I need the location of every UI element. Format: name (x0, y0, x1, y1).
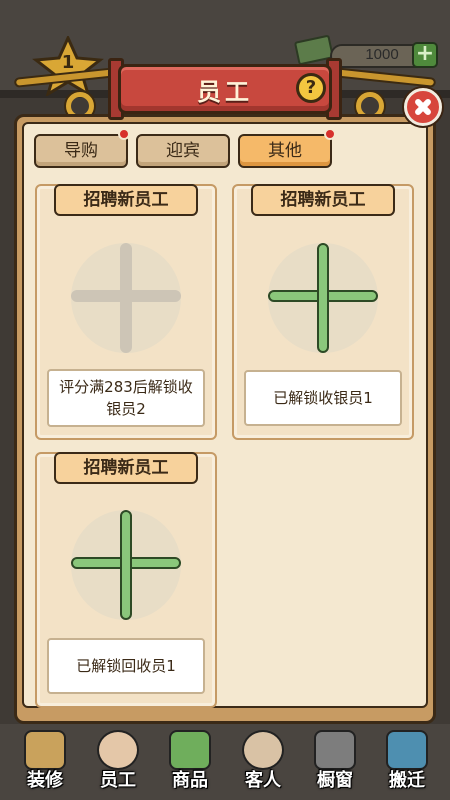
nav-goods[interactable]: 商品 (155, 728, 225, 798)
coin-amount: 1000 (365, 46, 399, 63)
nav-label: 搬迁 (389, 770, 425, 791)
add-coins-button[interactable]: + (412, 42, 438, 68)
nav-decorate[interactable]: 装修 (10, 728, 80, 798)
recruit-card-status: 已解锁收银员1 (244, 370, 402, 426)
nav-showcase[interactable]: 橱窗 (300, 728, 370, 798)
nav-customers[interactable]: 客人 (228, 728, 298, 798)
nav-relocate[interactable]: 搬迁 (372, 728, 442, 798)
notice-dot (118, 128, 130, 140)
showcase-icon (314, 730, 356, 770)
tab-greeter[interactable]: 迎宾 (136, 134, 230, 168)
tab-other[interactable]: 其他 (238, 134, 332, 168)
nav-label: 员工 (100, 770, 136, 791)
nav-label: 装修 (27, 770, 63, 791)
furniture-icon (24, 730, 66, 770)
notice-dot (324, 128, 336, 140)
nav-staff[interactable]: 员工 (83, 728, 153, 798)
nav-label: 客人 (245, 770, 281, 791)
customer-icon (242, 730, 284, 770)
close-icon[interactable] (404, 88, 442, 126)
nav-label: 橱窗 (317, 770, 353, 791)
recruit-card-header: 招聘新员工 (251, 184, 395, 216)
recruit-card-status: 已解锁回收员1 (47, 638, 205, 694)
recruit-card-header: 招聘新员工 (54, 452, 198, 484)
recruit-card-header: 招聘新员工 (54, 184, 198, 216)
nav-label: 商品 (172, 770, 208, 791)
recruit-card-status: 评分满283后解锁收银员2 (47, 369, 205, 427)
tab-shopping-guide[interactable]: 导购 (34, 134, 128, 168)
staff-icon (97, 730, 139, 770)
help-button[interactable]: ? (296, 73, 326, 103)
level-number: 1 (61, 52, 75, 73)
goods-icon (169, 730, 211, 770)
relocate-icon (386, 730, 428, 770)
